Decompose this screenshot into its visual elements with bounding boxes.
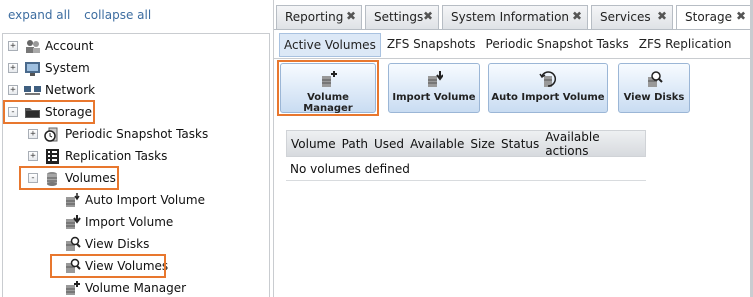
tree-item-label: System (45, 61, 90, 75)
navigation-pane: expand all collapse all + Account + Syst… (0, 0, 272, 297)
subtab-zfs-snapshots[interactable]: ZFS Snapshots (383, 33, 480, 57)
subtab-active-volumes[interactable]: Active Volumes (279, 33, 381, 57)
view-volumes-highlight-frame (50, 254, 166, 278)
expand-icon[interactable]: + (28, 151, 38, 161)
volumes-table: Volume Path Used Available Size Status A… (286, 130, 646, 181)
auto-import-icon (64, 192, 81, 209)
collapse-all-link[interactable]: collapse all (84, 8, 151, 22)
tree-item-network[interactable]: + Network (8, 80, 95, 100)
replication-icon (44, 148, 61, 165)
tree-item-system[interactable]: + System (8, 58, 90, 78)
expand-icon[interactable]: + (8, 41, 18, 51)
tree-item-periodic-snapshot-tasks[interactable]: + Periodic Snapshot Tasks (28, 124, 208, 144)
close-icon[interactable]: ✖ (346, 9, 356, 23)
expand-icon[interactable]: + (8, 85, 18, 95)
subtab-periodic-snapshot-tasks[interactable]: Periodic Snapshot Tasks (482, 33, 633, 57)
storage-subtabs: Active Volumes ZFS Snapshots Periodic Sn… (279, 33, 738, 57)
column-header-used[interactable]: Used (374, 137, 404, 151)
tree-item-label: Replication Tasks (65, 149, 168, 163)
column-header-path[interactable]: Path (342, 137, 368, 151)
system-icon (24, 60, 41, 77)
tab-label: Services (600, 10, 651, 24)
subtab-divider (274, 58, 753, 59)
button-label: Auto Import Volume (491, 92, 605, 103)
auto-import-icon (539, 70, 557, 88)
button-label: Import Volume (392, 92, 476, 103)
expand-all-link[interactable]: expand all (8, 8, 70, 22)
tree-item-label: Volume Manager (85, 281, 187, 295)
tree-item-auto-import-volume[interactable]: Auto Import Volume (64, 190, 205, 210)
tree-item-import-volume[interactable]: Import Volume (64, 212, 173, 232)
column-header-available[interactable]: Available (410, 137, 464, 151)
account-icon (24, 38, 41, 55)
content-pane: Reporting ✖ Settings ✖ System Informatio… (273, 0, 753, 297)
tab-settings[interactable]: Settings ✖ (365, 5, 439, 29)
subtab-zfs-replication[interactable]: ZFS Replication (635, 33, 736, 57)
tab-label: Settings (374, 10, 424, 24)
import-volume-icon (425, 70, 444, 88)
tab-bar: Reporting ✖ Settings ✖ System Informatio… (274, 5, 753, 29)
volume-manager-icon (64, 280, 81, 297)
tree-item-view-disks[interactable]: View Disks (64, 234, 149, 254)
auto-import-volume-button[interactable]: Auto Import Volume (488, 63, 608, 113)
view-disks-icon (645, 70, 663, 88)
column-header-available-actions[interactable]: Available actions (545, 130, 639, 158)
storage-highlight-frame (3, 100, 95, 124)
snapshot-icon (44, 126, 61, 143)
tab-label: System Information (451, 10, 570, 24)
column-header-status[interactable]: Status (501, 137, 539, 151)
button-label: View Disks (623, 92, 685, 103)
volumes-highlight-frame (19, 166, 119, 190)
column-header-size[interactable]: Size (470, 137, 495, 151)
tree-item-replication-tasks[interactable]: + Replication Tasks (28, 146, 167, 166)
tree-item-label: View Disks (85, 237, 150, 251)
tree-controls: expand all collapse all (8, 8, 161, 22)
tree-item-label: Network (45, 83, 96, 97)
tree-item-label: Auto Import Volume (85, 193, 205, 207)
tree-item-label: Account (45, 39, 94, 53)
tree-item-label: Periodic Snapshot Tasks (65, 127, 209, 141)
view-disks-icon (64, 236, 81, 253)
close-icon[interactable]: ✖ (423, 9, 433, 23)
tab-label: Reporting (285, 10, 344, 24)
close-icon[interactable]: ✖ (736, 9, 746, 23)
tree-item-volume-manager[interactable]: Volume Manager (64, 278, 186, 297)
import-volume-icon (64, 214, 81, 231)
tab-services[interactable]: Services ✖ (591, 5, 673, 29)
tab-system-information[interactable]: System Information ✖ (442, 5, 588, 29)
tab-label: Storage (685, 10, 732, 24)
network-icon (24, 82, 41, 99)
tab-divider (274, 29, 753, 30)
table-header: Volume Path Used Available Size Status A… (286, 130, 646, 158)
tree-item-label: Import Volume (85, 215, 174, 229)
expand-icon[interactable]: + (8, 63, 18, 73)
close-icon[interactable]: ✖ (572, 9, 582, 23)
column-header-volume[interactable]: Volume (291, 137, 336, 151)
expand-icon[interactable]: + (28, 129, 38, 139)
volume-manager-highlight-frame (277, 60, 379, 116)
empty-table-message: No volumes defined (286, 157, 646, 181)
close-icon[interactable]: ✖ (657, 9, 667, 23)
tab-reporting[interactable]: Reporting ✖ (276, 5, 362, 29)
tab-storage[interactable]: Storage ✖ (676, 5, 752, 29)
view-disks-button[interactable]: View Disks (618, 63, 690, 113)
import-volume-button[interactable]: Import Volume (388, 63, 480, 113)
tree-item-account[interactable]: + Account (8, 36, 93, 56)
